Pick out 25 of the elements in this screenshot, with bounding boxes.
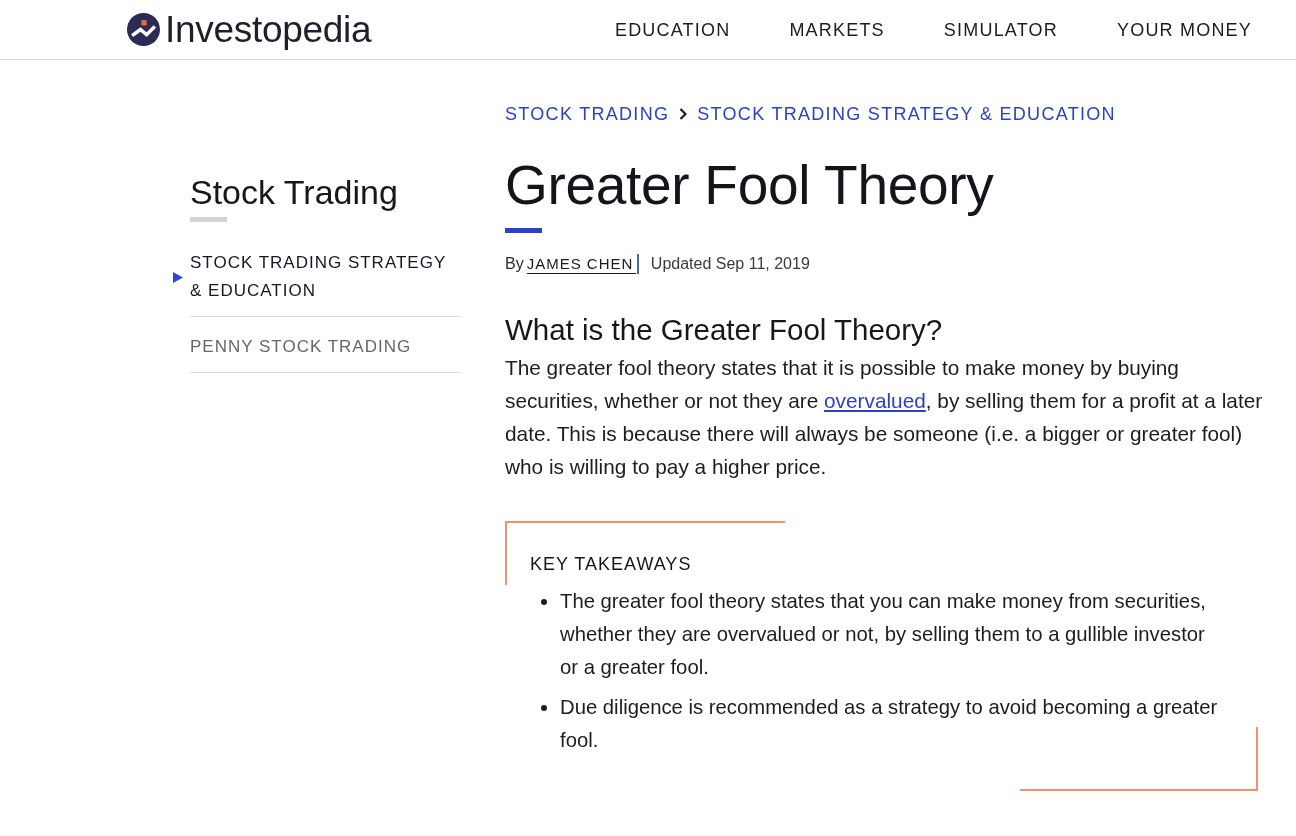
nav-link[interactable]: EDUCATION <box>614 17 731 42</box>
updated-date: Updated Sep 11, 2019 <box>650 254 810 274</box>
sidebar-item[interactable]: STOCK TRADING STRATEGY & EDUCATION <box>190 233 460 317</box>
nav-link[interactable]: MARKETS <box>789 17 885 42</box>
triangle-marker-icon <box>173 271 183 283</box>
sidebar-title: Stock Trading <box>190 172 399 212</box>
nav-link[interactable]: SIMULATOR <box>943 17 1058 42</box>
logo[interactable]: Investopedia <box>127 7 372 52</box>
article-title: Greater Fool Theory <box>505 153 995 217</box>
sidebar-item[interactable]: PENNY STOCK TRADING <box>190 317 460 373</box>
key-takeaways-title: KEY TAKEAWAYS <box>530 553 693 576</box>
chevron-right-icon <box>679 108 688 120</box>
inline-link[interactable]: overvalued <box>824 389 926 412</box>
byline-prefix: By <box>505 254 524 274</box>
breadcrumb-link[interactable]: STOCK TRADING STRATEGY & EDUCATION <box>697 102 1116 126</box>
paragraph: The greater fool theory states that it is possible to make money by buying securities, whether or not they are overvalued, by selling them for a profit at a later date. This is because there will always be someone (i.e. a bigger or greater fool) who is willing to pay a higher price. <box>505 355 1264 480</box>
section-heading: What is the Greater Fool Theory? <box>505 312 944 348</box>
logo-icon <box>127 13 160 46</box>
bullet-icon <box>541 705 547 711</box>
bullet-text: The greater fool theory states that you can make money from securities, whether they are overvalued or not, by selling them to a gullible investor or a greater fool. <box>560 589 1207 680</box>
bullet-text: Due diligence is recommended as a strategy to avoid becoming a greater fool. <box>560 695 1219 753</box>
breadcrumb-link[interactable]: STOCK TRADING <box>505 102 670 126</box>
author-link[interactable]: JAMES CHEN <box>526 254 637 274</box>
bullet-icon <box>541 599 547 605</box>
nav-link[interactable]: YOUR MONEY <box>1117 17 1252 42</box>
